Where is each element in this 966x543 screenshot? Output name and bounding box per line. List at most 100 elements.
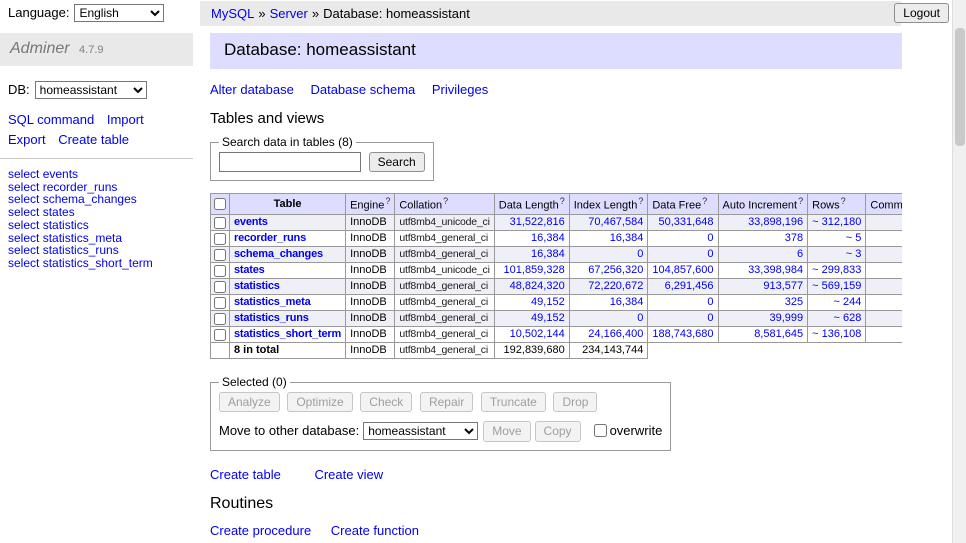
data-free-link[interactable]: 0 [707,312,713,324]
table-name-link[interactable]: events [234,216,268,228]
index-length-link[interactable]: 24,166,400 [588,328,643,340]
drop-button[interactable]: Drop [553,392,597,412]
auto-increment-link[interactable]: 6 [797,248,803,260]
export-link[interactable]: Export [8,132,46,147]
index-length-link[interactable]: 72,220,672 [588,280,643,292]
auto-increment-link[interactable]: 8,581,645 [754,328,803,340]
data-length-link[interactable]: 49,152 [531,312,565,324]
index-length-help-link[interactable]: ? [638,196,643,206]
table-name-link[interactable]: recorder_runs [234,232,306,244]
data-length-link[interactable]: 31,522,816 [510,216,565,228]
row-checkbox[interactable] [214,249,226,261]
db-select[interactable]: homeassistant [35,81,147,99]
optimize-button[interactable]: Optimize [287,392,352,412]
rows-link[interactable]: ~ 136,108 [812,328,861,340]
index-length-link[interactable]: 16,384 [610,296,644,308]
data-free-link[interactable]: 0 [707,248,713,260]
analyze-button[interactable]: Analyze [219,392,280,412]
import-link[interactable]: Import [107,112,144,127]
rows-link[interactable]: ~ 628 [834,312,862,324]
auto-increment-link[interactable]: 33,398,984 [748,264,803,276]
data-free-link[interactable]: 104,857,600 [652,264,713,276]
sidebar-create-table-link[interactable]: Create table [58,132,129,147]
data-length-link[interactable]: 16,384 [531,248,565,260]
table-name-link[interactable]: statistics_runs [234,312,309,324]
table-name-link[interactable]: statistics_meta [234,296,311,308]
index-length-link[interactable]: 67,256,320 [588,264,643,276]
search-button[interactable]: Search [369,152,425,172]
scrollbar-thumb[interactable] [955,28,965,146]
engine-help-link[interactable]: ? [385,196,390,206]
repair-button[interactable]: Repair [420,392,473,412]
rows-link[interactable]: ~ 312,180 [812,216,861,228]
data-free-link[interactable]: 188,743,680 [652,328,713,340]
sql-command-link[interactable]: SQL command [8,112,94,127]
truncate-button[interactable]: Truncate [481,392,546,412]
create-procedure-link[interactable]: Create procedure [210,523,311,538]
data-length-link[interactable]: 49,152 [531,296,565,308]
data-free-link[interactable]: 50,331,648 [658,216,713,228]
row-checkbox[interactable] [214,217,226,229]
table-name-link[interactable]: statistics [234,280,280,292]
index-length-link[interactable]: 0 [637,312,643,324]
data-free-link[interactable]: 6,291,456 [665,280,714,292]
breadcrumb-server-link[interactable]: Server [270,6,308,21]
rows-link[interactable]: ~ 5 [846,232,862,244]
index-length-link[interactable]: 16,384 [610,232,644,244]
search-input[interactable] [219,152,361,172]
auto-increment-link[interactable]: 913,577 [763,280,803,292]
data-free-help-link[interactable]: ? [702,196,707,206]
data-length-link[interactable]: 48,824,320 [510,280,565,292]
row-checkbox[interactable] [214,313,226,325]
table-name-link[interactable]: statistics_short_term [234,328,341,340]
auto-increment-help-link[interactable]: ? [798,196,803,206]
row-checkbox[interactable] [214,329,226,341]
index-length-link[interactable]: 0 [637,248,643,260]
auto-increment-link[interactable]: 39,999 [769,312,803,324]
rows-help-link[interactable]: ? [841,196,846,206]
select-all-checkbox[interactable] [214,198,226,210]
table-name-link[interactable]: states [234,264,265,276]
row-checkbox[interactable] [214,297,226,309]
alter-database-link[interactable]: Alter database [210,82,294,97]
vertical-scrollbar[interactable] [952,0,966,543]
create-function-link[interactable]: Create function [331,523,419,538]
adminer-logo-link[interactable]: Adminer [10,40,70,57]
rows-link[interactable]: ~ 569,159 [812,280,861,292]
logout-button[interactable]: Logout [894,3,949,23]
data-length-link[interactable]: 101,859,328 [504,264,565,276]
select-table-link[interactable]: select [8,256,39,270]
row-check-cell [211,263,230,279]
database-schema-link[interactable]: Database schema [310,82,415,97]
auto-increment-link[interactable]: 33,898,196 [748,216,803,228]
overwrite-checkbox[interactable] [594,424,607,437]
data-length-link[interactable]: 16,384 [531,232,565,244]
rows-link[interactable]: ~ 299,833 [812,264,861,276]
collation-help-link[interactable]: ? [443,196,448,206]
language-select[interactable]: English [74,4,164,22]
rows-link[interactable]: ~ 244 [834,296,862,308]
privileges-link[interactable]: Privileges [432,82,488,97]
auto-increment-link[interactable]: 378 [785,232,803,244]
row-checkbox[interactable] [214,265,226,277]
index-length-link[interactable]: 70,467,584 [588,216,643,228]
create-table-link[interactable]: Create table [210,467,281,482]
breadcrumb-mysql-link[interactable]: MySQL [211,6,254,21]
data-length-link[interactable]: 10,502,144 [510,328,565,340]
data-free-link[interactable]: 0 [707,296,713,308]
table-structure-link[interactable]: statistics_short_term [43,256,153,270]
rows-cell: ~ 312,180 [808,215,866,231]
auto-increment-link[interactable]: 325 [785,296,803,308]
data-length-help-link[interactable]: ? [560,196,565,206]
data-free-link[interactable]: 0 [707,232,713,244]
rows-cell: ~ 3 [808,247,866,263]
row-checkbox[interactable] [214,233,226,245]
table-name-link[interactable]: schema_changes [234,248,323,260]
create-view-link[interactable]: Create view [314,467,383,482]
copy-button[interactable]: Copy [535,421,581,441]
rows-link[interactable]: ~ 3 [846,248,862,260]
row-checkbox[interactable] [214,281,226,293]
move-db-select[interactable]: homeassistant [363,422,478,440]
move-button[interactable]: Move [483,421,530,441]
check-button[interactable]: Check [360,392,412,412]
